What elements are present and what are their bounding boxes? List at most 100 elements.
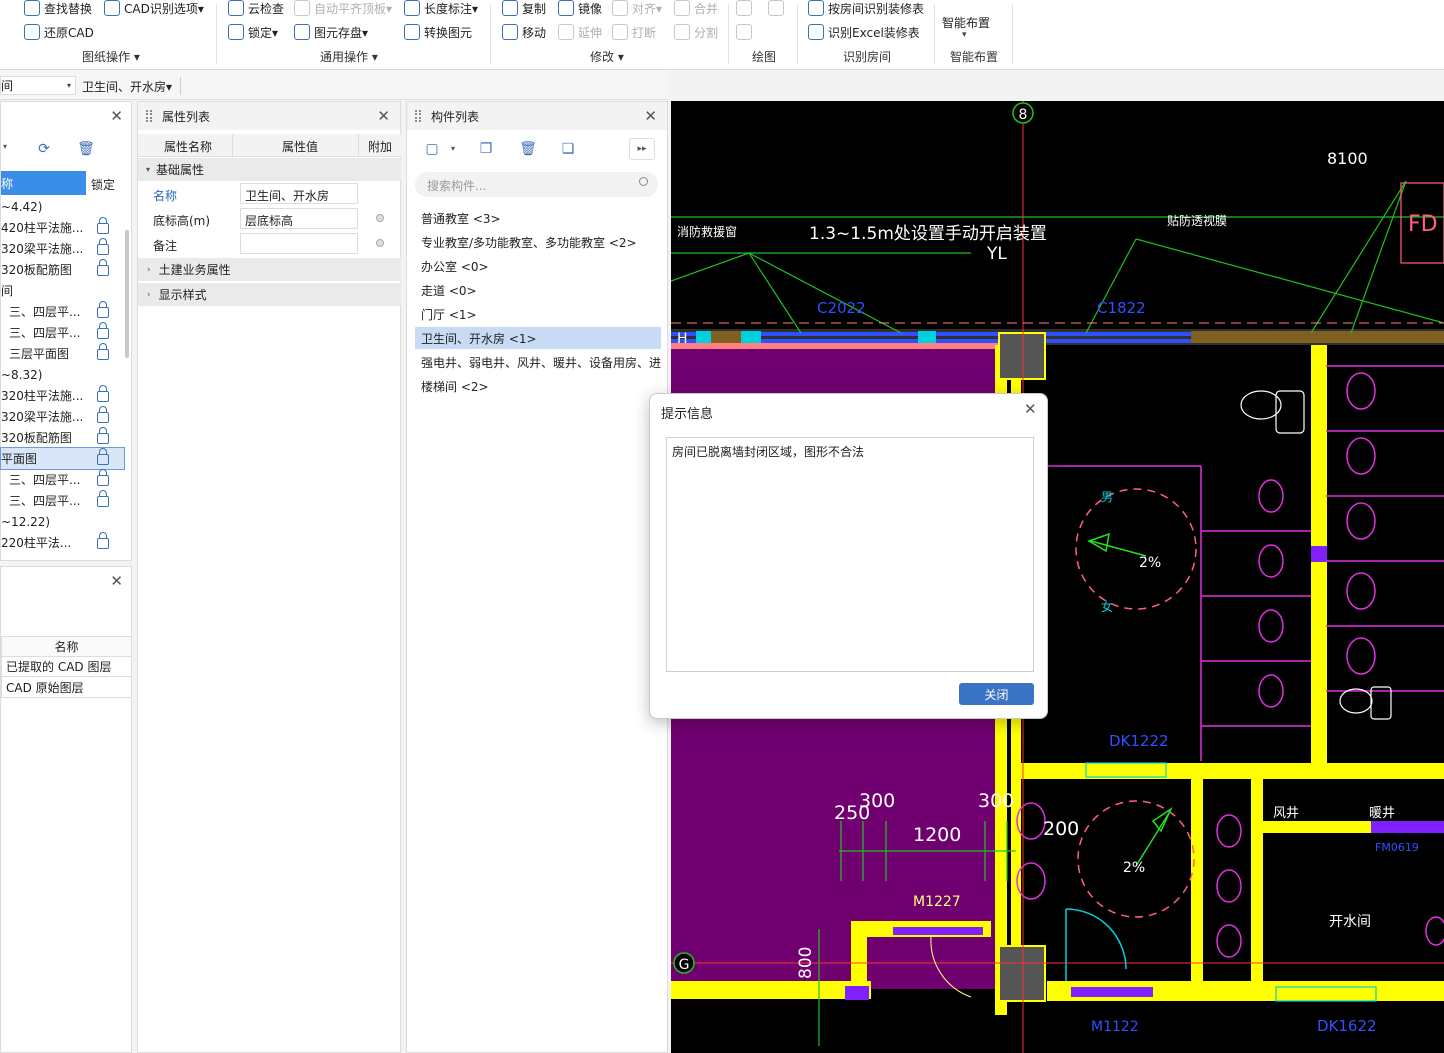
close-button[interactable]: 关闭 [959,683,1034,705]
new-component-icon[interactable]: ▢ [419,138,445,160]
lock-icon[interactable] [97,448,109,465]
mirror-button[interactable]: 镜像 [558,0,602,18]
lock-icon[interactable] [97,469,109,486]
close-icon[interactable]: ✕ [377,107,390,125]
layer-copy-icon[interactable]: ❏ [555,138,581,160]
drag-grip-icon[interactable] [415,110,421,122]
group-display-style[interactable]: › 显示样式 [138,283,401,306]
lock-icon[interactable] [97,301,109,318]
cloud-check-button[interactable]: 云检查 [228,0,284,18]
layer-row[interactable]: ~12.22) [1,511,124,532]
layer-row[interactable]: 平面图 [0,447,125,470]
chevron-down-icon[interactable]: ▾ [3,142,7,151]
layer-row[interactable]: 三、四层平... [1,301,124,322]
component-list-item[interactable]: 普通教室 <3> [415,207,661,229]
cad-layer-row[interactable]: 已提取的 CAD 图层 [1,656,132,677]
align-button[interactable]: 对齐▾ [612,0,662,18]
close-icon[interactable]: ✕ [110,572,123,590]
component-list-item[interactable]: 走道 <0> [415,279,661,301]
lock-button[interactable]: 锁定▾ [228,22,278,42]
layer-row[interactable]: 220柱平法... [1,532,124,553]
close-icon[interactable]: ✕ [644,107,657,125]
cad-layer-row[interactable]: CAD 原始图层 [1,677,132,698]
lock-icon[interactable] [97,490,109,507]
layer-row[interactable]: 320板配筋图 [1,427,124,448]
save-element-button[interactable]: 图元存盘▾ [294,22,368,42]
restore-cad-button[interactable]: 还原CAD [24,22,94,42]
more-icon[interactable]: ▸▸ [629,138,655,160]
lock-icon[interactable] [97,427,109,444]
find-replace-button[interactable]: 查找替换 [24,0,92,18]
layer-row[interactable]: 420柱平法施... [1,217,124,238]
component-list-item[interactable]: 专业教室/多功能教室、多功能教室 <2> [415,231,661,253]
prop-value-bottom[interactable]: 层底标高 [240,208,358,229]
delete-icon[interactable]: 🗑 [73,138,99,160]
identify-excel-button[interactable]: 识别Excel装修表 [808,22,920,42]
lock-icon[interactable] [97,238,109,255]
layer-row[interactable]: 320梁平法施... [1,238,124,259]
component-list-item[interactable]: 强电井、弱电井、风井、暖井、设备用房、进 [415,351,661,373]
length-dimension-button[interactable]: 长度标注▾ [404,0,478,18]
scrollbar[interactable] [125,230,129,358]
chevron-down-icon[interactable]: ▾ [451,144,455,153]
divider [232,134,233,157]
refresh-icon[interactable]: ⟳ [31,138,57,160]
layer-row[interactable]: ~4.42) [1,196,124,217]
draw-arc-button[interactable] [736,22,756,42]
lock-icon[interactable] [97,532,109,549]
column-header-name[interactable]: 称 [1,171,86,195]
extend-button[interactable]: 延伸 [558,22,602,42]
group-label-general-ops[interactable]: 通用操作 ▾ [320,48,378,65]
group-civil-props[interactable]: › 土建业务属性 [138,258,401,281]
layer-row[interactable]: ~8.32) [1,364,124,385]
close-icon[interactable]: ✕ [110,107,123,125]
cad-layer-panel: ✕ 名称 已提取的 CAD 图层 CAD 原始图层 [0,566,132,1053]
lock-icon[interactable] [97,217,109,234]
layer-row[interactable]: 320板配筋图 [1,259,124,280]
layer-row[interactable]: 320柱平法施... [1,385,124,406]
lock-icon[interactable] [97,259,109,276]
copy-component-icon[interactable]: ❐ [473,138,499,160]
cad-options-button[interactable]: CAD识别选项▾ [104,0,204,18]
group-label-modify[interactable]: 修改 ▾ [590,48,624,65]
merge-button[interactable]: 合并 [674,0,718,18]
prop-value-name[interactable]: 卫生间、开水房 [240,183,358,204]
layer-row[interactable]: 间 [1,280,124,301]
layer-row[interactable]: 三、四层平... [1,469,124,490]
break-button[interactable]: 打断 [612,22,656,42]
floor-dropdown[interactable]: 间 ▾ [0,76,76,95]
group-basic-props[interactable]: ▾ 基础属性 [138,158,401,181]
auto-align-top-button[interactable]: 自动平齐顶板▾ [294,0,392,18]
component-list-item[interactable]: 门厅 <1> [415,303,661,325]
delete-icon[interactable]: 🗑 [515,138,541,160]
draw-rect-button[interactable] [768,0,788,18]
split-button[interactable]: 分割 [674,22,718,42]
layer-row[interactable]: 三、四层平... [1,490,124,511]
component-list-item[interactable]: 办公室 <0> [415,255,661,277]
group-label-drawing-ops[interactable]: 图纸操作 ▾ [82,48,140,65]
chevron-down-icon: ▾ [962,30,967,40]
search-input[interactable]: 搜索构件... [415,172,658,197]
lock-icon[interactable] [97,343,109,360]
close-icon[interactable]: ✕ [1024,400,1037,418]
move-button[interactable]: 移动 [502,22,546,42]
draw-line-button[interactable] [736,0,756,18]
component-dropdown[interactable]: 卫生间、开水房▾ [82,78,172,95]
copy-button[interactable]: 复制 [502,0,546,18]
lock-icon[interactable] [97,406,109,423]
prop-value-note[interactable] [240,233,358,254]
convert-element-button[interactable]: 转换图元 [404,22,472,42]
attach-checkbox[interactable] [376,239,384,247]
attach-checkbox[interactable] [376,214,384,222]
lock-icon[interactable] [97,385,109,402]
layer-row[interactable]: 320梁平法施... [1,406,124,427]
column-header-lock[interactable]: 锁定 [91,176,115,193]
layer-row[interactable]: 三层平面图 [1,343,124,364]
smart-layout-button[interactable]: 智能布置 [942,12,990,32]
component-list-item[interactable]: 楼梯间 <2> [415,375,661,397]
lock-icon[interactable] [97,322,109,339]
drag-grip-icon[interactable] [146,110,152,122]
component-list-item[interactable]: 卫生间、开水房 <1> [415,327,661,349]
identify-by-room-button[interactable]: 按房间识别装修表 [808,0,924,18]
layer-row[interactable]: 三、四层平... [1,322,124,343]
